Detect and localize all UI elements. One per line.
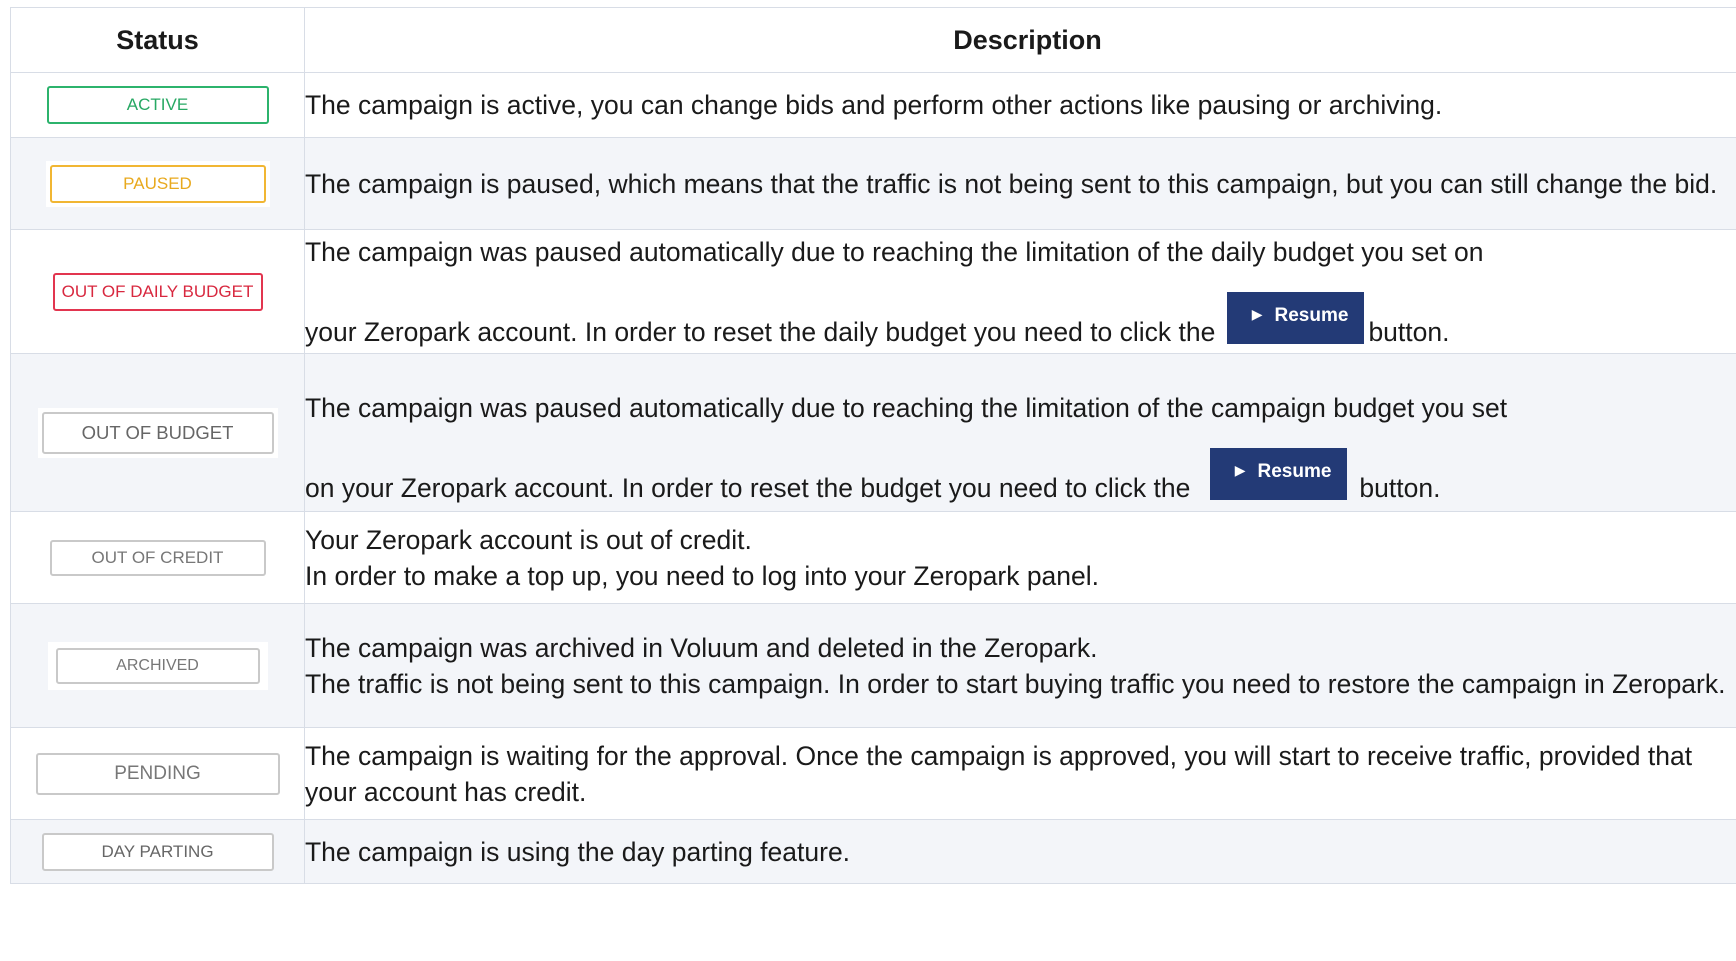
status-badge-paused: PAUSED [49,164,266,203]
table-row: DAY PARTING The campaign is using the da… [10,819,1736,884]
description-text: The traffic is not being sent to this ca… [305,668,1726,699]
description-cell: The campaign was paused automatically du… [304,353,1736,512]
description-cell: The campaign was archived in Voluum and … [304,603,1736,728]
description-cell: The campaign is waiting for the approval… [304,727,1736,820]
status-badge-day-parting: DAY PARTING [41,832,274,871]
resume-button-label: Resume [1257,460,1332,482]
table-row: OUT OF DAILY BUDGET The campaign was pau… [10,229,1736,354]
resume-button[interactable]: ▶ Resume [1209,447,1348,500]
status-badge-out-of-daily-budget: OUT OF DAILY BUDGET [52,272,263,311]
description-cell: The campaign is active, you can change b… [304,72,1736,138]
description-cell: The campaign is paused, which means that… [304,137,1736,230]
status-table: Status Description ACTIVE The campaign i… [10,7,1736,884]
description-text: The campaign was paused automatically du… [305,392,1508,423]
table-row: PENDING The campaign is waiting for the … [10,727,1736,820]
status-badge-out-of-credit: OUT OF CREDIT [49,539,266,576]
resume-button[interactable]: ▶ Resume [1226,291,1365,344]
description-text: on your Zeropark account. In order to re… [305,472,1191,503]
play-icon: ▶ [1251,305,1263,322]
description-cell: The campaign is using the day parting fe… [304,819,1736,884]
description-header: Description [304,7,1736,73]
description-text: Your Zeropark account is out of credit. [305,524,752,555]
header-row: Status Description [10,7,1736,73]
table-row: OUT OF CREDIT Your Zeropark account is o… [10,511,1736,604]
status-badge-out-of-budget: OUT OF BUDGET [41,411,274,454]
status-badge-archived: ARCHIVED [55,647,260,684]
description-text: The campaign was archived in Voluum and … [305,632,1098,663]
description-text: your Zeropark account. In order to reset… [305,316,1216,347]
description-text: button. [1359,472,1441,503]
description-text: In order to make a top up, you need to l… [305,560,1100,591]
resume-button-label: Resume [1274,304,1349,326]
description-cell: Your Zeropark account is out of credit. … [304,511,1736,604]
table-row: PAUSED The campaign is paused, which mea… [10,137,1736,230]
status-header: Status [10,7,305,73]
status-badge-pending: PENDING [35,752,280,795]
description-text: The campaign was paused automatically du… [305,236,1484,267]
table-row: ARCHIVED The campaign was archived in Vo… [10,603,1736,728]
table-row: OUT OF BUDGET The campaign was paused au… [10,353,1736,512]
play-icon: ▶ [1234,461,1246,478]
description-cell: The campaign was paused automatically du… [304,229,1736,354]
table-row: ACTIVE The campaign is active, you can c… [10,72,1736,138]
description-text: button. [1368,316,1450,347]
status-badge-active: ACTIVE [46,86,269,124]
